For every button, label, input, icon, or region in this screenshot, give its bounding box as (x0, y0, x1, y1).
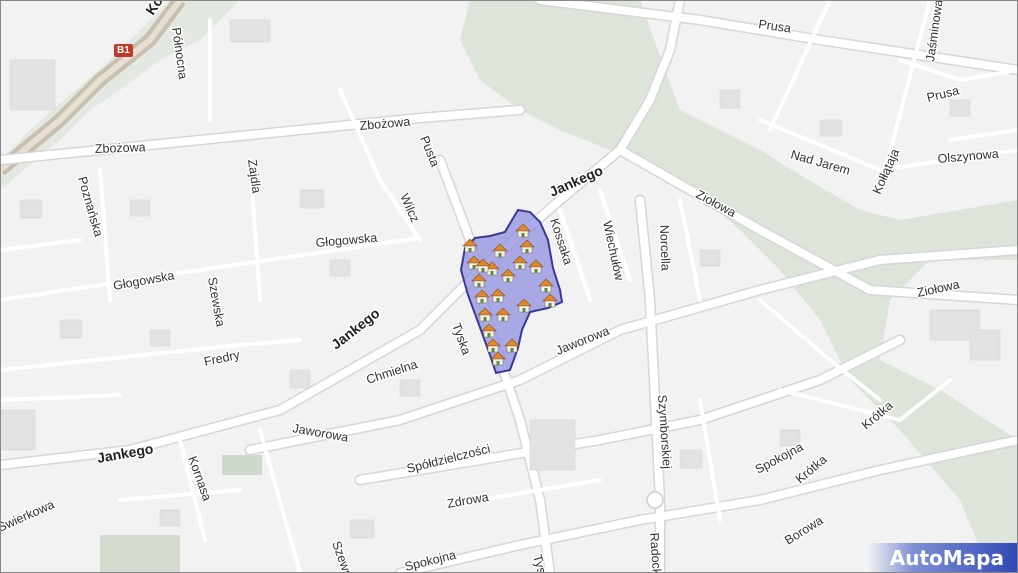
street-label: Zbożowa (359, 115, 411, 133)
street-label: Norcella (657, 225, 673, 271)
street-label: Zdrowa (446, 490, 490, 511)
street-label: Zajdla (245, 158, 264, 194)
b1-road-badge: B1 (114, 44, 133, 57)
street-label: Jankego (96, 440, 155, 466)
street-label: Borowa (782, 513, 825, 547)
street-label: Tyska (449, 321, 473, 357)
street-label: Fredry (203, 348, 242, 369)
street-label: Wiechułów (600, 220, 626, 283)
street-label: Olszynowa (937, 147, 999, 166)
map-canvas[interactable]: Prusa Prusa Jaśminowa Północna Zbożowa Z… (0, 0, 1018, 573)
green-patch (222, 455, 262, 475)
street-label: Szewska (329, 539, 359, 573)
street-label: Jankego (328, 305, 383, 353)
street-label: Jankego (547, 162, 605, 200)
street-label: Kołłątaja (870, 147, 902, 197)
green-patch (100, 535, 180, 573)
street-label: Pusta (417, 134, 442, 169)
automapa-logo[interactable]: AutoMapa (868, 543, 1018, 573)
street-label: Radock (647, 532, 664, 573)
street-label: Zbożowa (95, 140, 146, 156)
street-label: Głogowska (112, 268, 175, 293)
street-label: Świerkowa (0, 496, 56, 534)
street-label: Szewska (205, 276, 227, 328)
street-label: Nad Jarem (789, 147, 852, 177)
roundabout (646, 491, 664, 509)
map-layer: Prusa Prusa Jaśminowa Północna Zbożowa Z… (0, 0, 1018, 573)
